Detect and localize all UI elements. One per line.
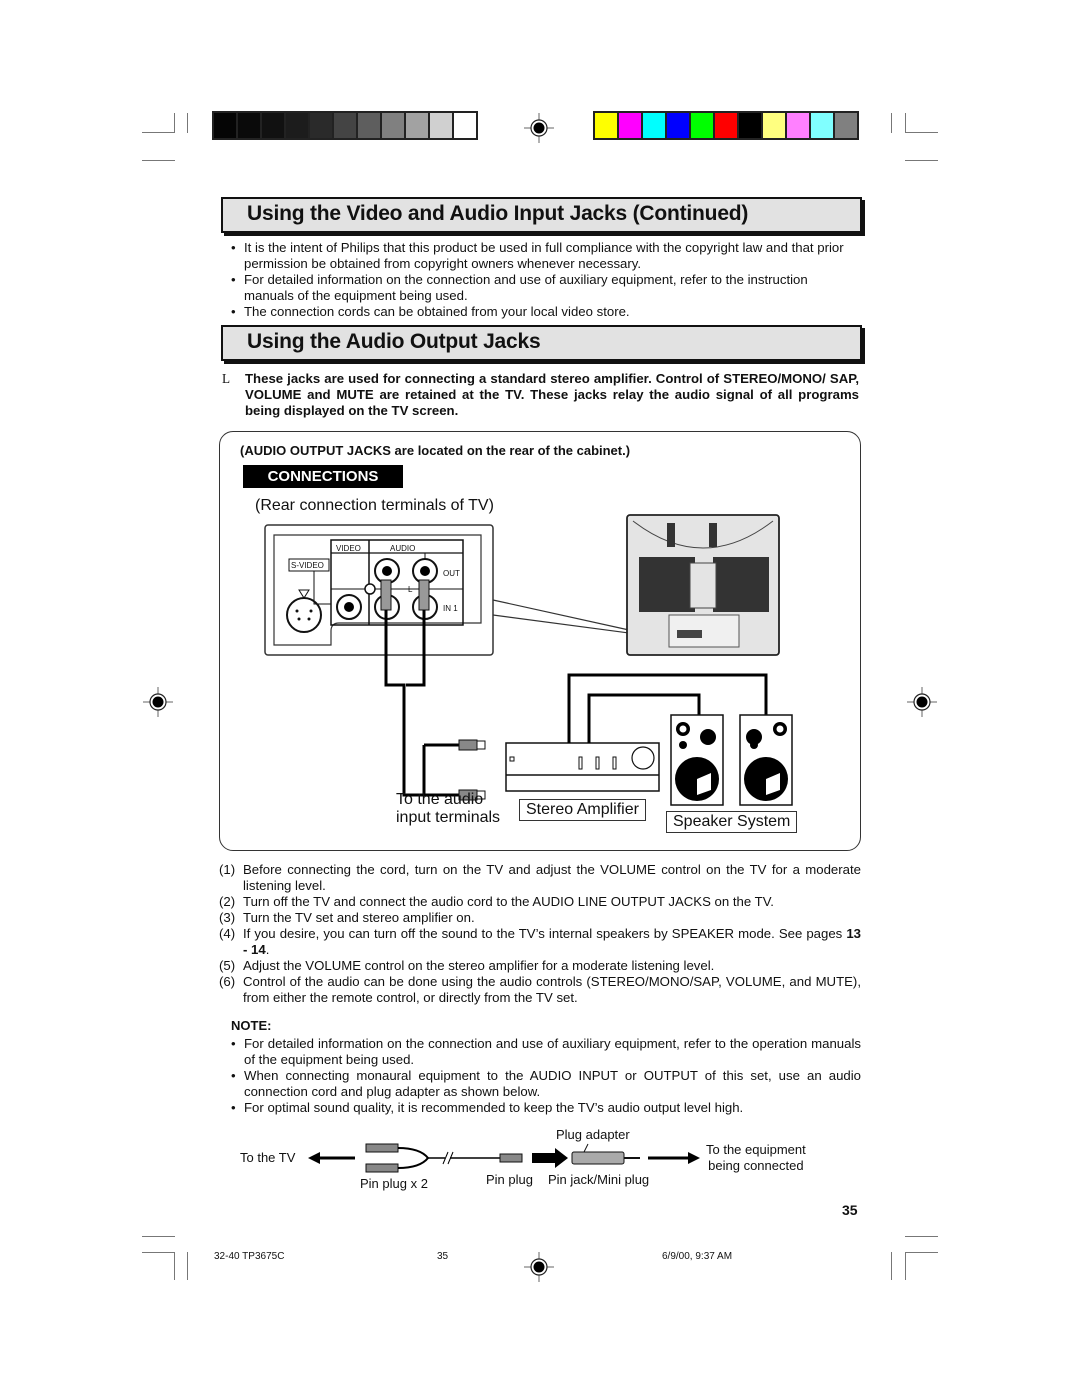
note-bullets: For detailed information on the connecti… <box>231 1036 861 1116</box>
note-item: For optimal sound quality, it is recomme… <box>231 1100 861 1116</box>
calibration-swatch <box>835 113 857 138</box>
calibration-swatch <box>739 113 761 138</box>
section-title: Using the Audio Output Jacks <box>247 330 541 353</box>
to-equipment-label: To the equipment being connected <box>706 1142 806 1173</box>
jack-label-out: OUT <box>443 569 460 578</box>
calibration-swatch <box>286 113 308 138</box>
intro-marker: L <box>222 371 231 386</box>
grayscale-calibration-bar <box>212 111 478 140</box>
calibration-swatch <box>310 113 332 138</box>
audio-input-label-line1: To the audio <box>396 791 484 808</box>
section-heading-input-jacks: Using the Video and Audio Input Jacks (C… <box>221 197 862 233</box>
bullet-item: The connection cords can be obtained fro… <box>231 304 861 320</box>
page-number: 35 <box>842 1202 858 1218</box>
footer-timestamp: 6/9/00, 9:37 AM <box>662 1251 733 1262</box>
calibration-swatch <box>430 113 452 138</box>
stereo-amplifier-illustration <box>505 742 660 792</box>
jack-label-l: L <box>408 585 413 594</box>
connections-label: CONNECTIONS <box>243 465 403 488</box>
calibration-swatch <box>667 113 689 138</box>
location-note: (AUDIO OUTPUT JACKS are located on the r… <box>240 443 631 458</box>
rear-jack-panel <box>264 524 494 656</box>
plug-adapter-diagram <box>308 1143 700 1173</box>
note-heading: NOTE: <box>231 1018 272 1033</box>
calibration-swatch <box>595 113 617 138</box>
bullet-item: For detailed information on the connecti… <box>231 272 861 304</box>
calibration-swatch <box>334 113 356 138</box>
bullet-item: It is the intent of Philips that this pr… <box>231 240 861 272</box>
calibration-swatch <box>619 113 641 138</box>
calibration-swatch <box>214 113 236 138</box>
calibration-swatch <box>763 113 785 138</box>
audio-input-label-line2: input terminals <box>396 809 501 826</box>
calibration-swatch <box>382 113 404 138</box>
to-tv-label: To the TV <box>240 1150 296 1165</box>
calibration-swatch <box>715 113 737 138</box>
pin-plug-x2-label: Pin plug x 2 <box>360 1176 428 1191</box>
registration-mark-icon <box>524 1252 554 1282</box>
note-item: When connecting monaural equipment to th… <box>231 1068 861 1100</box>
step-item: (3) Turn the TV set and stereo amplifier … <box>219 910 475 925</box>
calibration-swatch <box>643 113 665 138</box>
speaker-right-illustration <box>739 714 793 806</box>
calibration-swatch <box>238 113 260 138</box>
stereo-amplifier-label: Stereo Amplifier <box>519 799 646 821</box>
step-item: (6) Control of the audio can be done usin… <box>219 974 861 1005</box>
jack-label-audio: AUDIO <box>390 544 416 553</box>
audio-input-label: To the audio input terminals <box>396 791 500 827</box>
jack-label-video: VIDEO <box>336 544 361 553</box>
calibration-swatch <box>262 113 284 138</box>
step-item: (2) Turn off the TV and connect the audio… <box>219 894 774 909</box>
copyright-bullets: It is the intent of Philips that this pr… <box>231 240 861 320</box>
calibration-swatch <box>691 113 713 138</box>
note-item: For detailed information on the connecti… <box>231 1036 861 1068</box>
step-item: (1) Before connecting the cord, turn on t… <box>219 862 861 893</box>
section-heading-output-jacks: Using the Audio Output Jacks <box>221 325 862 361</box>
setup-steps: (1) Before connecting the cord, turn on t… <box>219 862 861 1006</box>
footer-job-id: 32-40 TP3675C <box>214 1251 285 1262</box>
registration-mark-icon <box>907 687 937 717</box>
footer-page: 35 <box>437 1251 449 1262</box>
calibration-swatch <box>454 113 476 138</box>
tv-rear-illustration <box>626 514 780 656</box>
connection-diagram <box>264 514 793 806</box>
calibration-swatch <box>811 113 833 138</box>
step-item: (4) If you desire, you can turn off the s… <box>219 926 861 957</box>
section-title: Using the Video and Audio Input Jacks (C… <box>247 202 749 225</box>
registration-mark-icon <box>524 113 554 143</box>
arrow-right-bold-icon <box>532 1148 568 1168</box>
registration-mark-icon <box>143 687 173 717</box>
jack-label-svideo: S-VIDEO <box>291 561 324 570</box>
speaker-left-illustration <box>670 714 724 806</box>
calibration-swatch <box>406 113 428 138</box>
intro-paragraph: These jacks are used for connecting a st… <box>245 371 859 418</box>
calibration-swatch <box>787 113 809 138</box>
jack-label-in1: IN 1 <box>443 604 458 613</box>
speaker-system-label: Speaker System <box>666 811 798 833</box>
color-calibration-bar <box>593 111 859 140</box>
step-item: (5) Adjust the VOLUME control on the ster… <box>219 958 715 973</box>
calibration-swatch <box>358 113 380 138</box>
